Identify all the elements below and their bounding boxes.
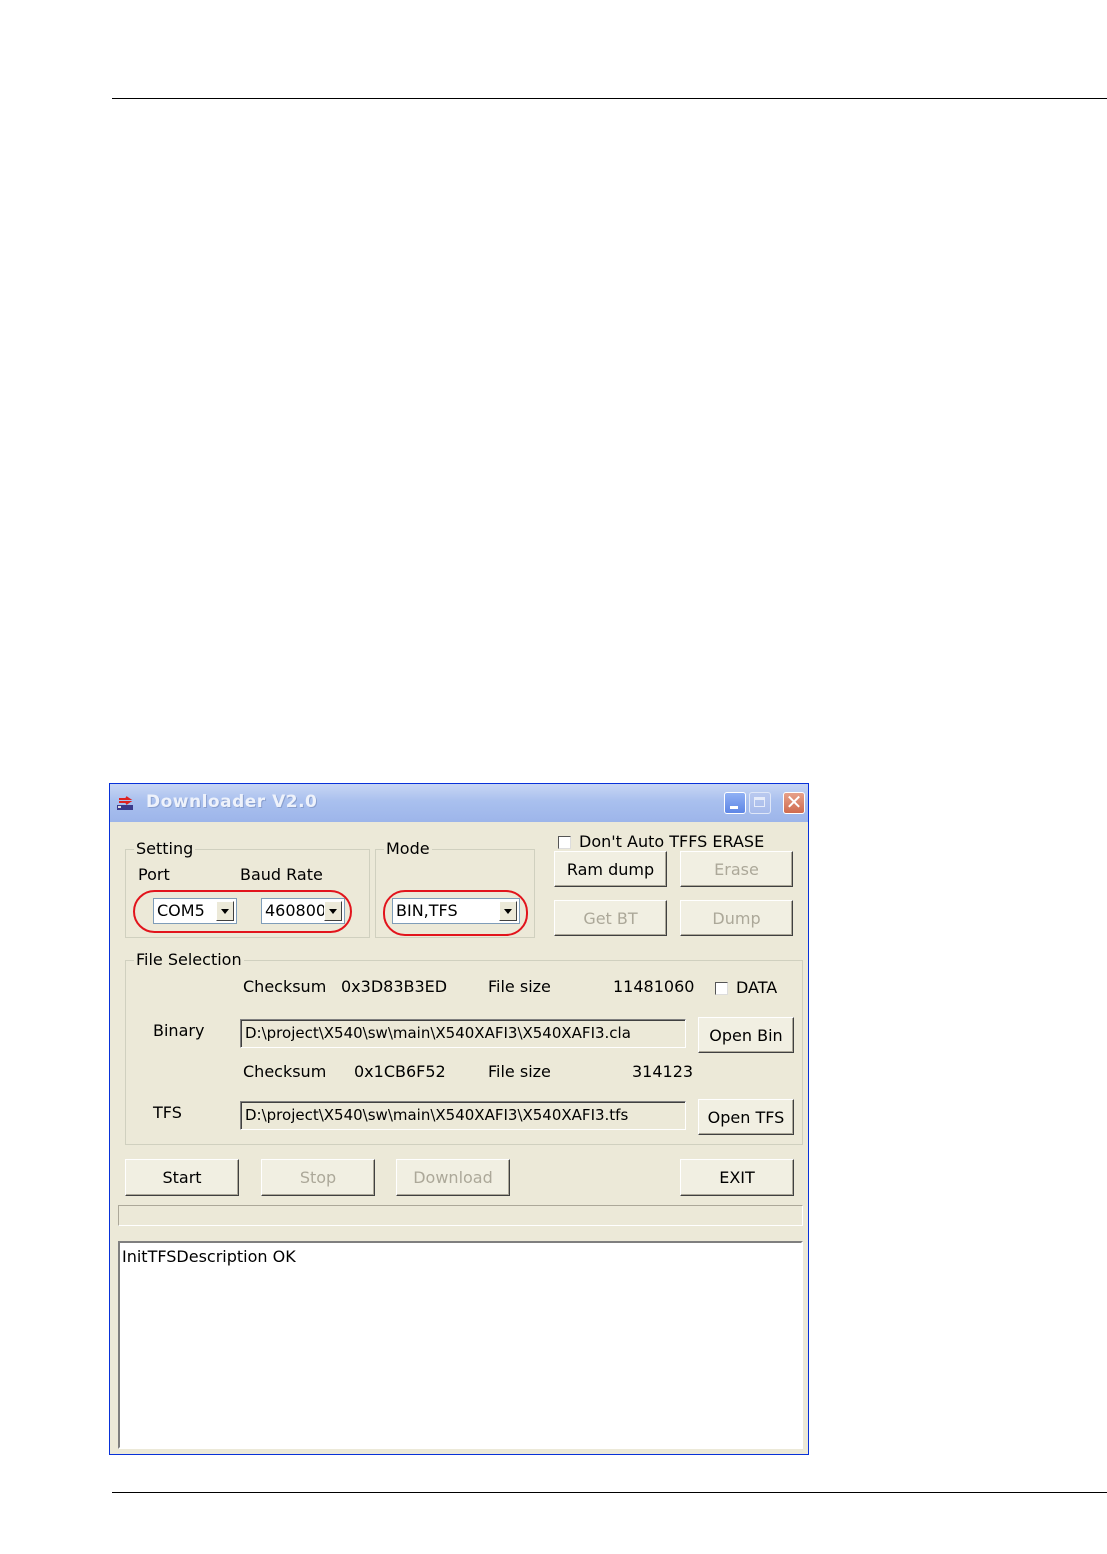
open-bin-button[interactable]: Open Bin (698, 1017, 794, 1053)
dump-button[interactable]: Dump (680, 900, 793, 936)
close-icon: ✕ (785, 790, 803, 814)
footer-rule (112, 1492, 1107, 1493)
mode-highlight (383, 890, 528, 936)
binary-path-value: D:\project\X540\sw\main\X540XAFI3\X540XA… (245, 1024, 631, 1042)
mode-legend: Mode (384, 839, 432, 858)
tfs-filesize-value: 314123 (632, 1062, 694, 1081)
progress-bar (118, 1205, 803, 1226)
window-title: Downloader V2.0 (146, 792, 318, 812)
binary-path-field[interactable]: D:\project\X540\sw\main\X540XAFI3\X540XA… (240, 1019, 686, 1048)
download-button[interactable]: Download (396, 1159, 510, 1196)
ram-dump-button[interactable]: Ram dump (554, 851, 667, 887)
log-line: InitTFSDescription OK (122, 1247, 296, 1266)
data-checkbox-label: DATA (736, 978, 778, 997)
tfs-checksum-value: 0x1CB6F52 (354, 1062, 446, 1081)
tfs-label: TFS (153, 1103, 182, 1122)
tfs-checksum-label: Checksum (243, 1062, 327, 1081)
downloader-window: Downloader V2.0 ✕ Setting Port Baud Rate… (109, 783, 809, 1455)
binary-checksum-label: Checksum (243, 977, 327, 996)
baud-rate-label: Baud Rate (240, 865, 323, 884)
exit-button[interactable]: EXIT (680, 1159, 794, 1196)
port-baud-highlight (133, 890, 352, 933)
data-checkbox[interactable] (715, 982, 728, 995)
stop-button[interactable]: Stop (261, 1159, 375, 1196)
minimize-button[interactable] (724, 792, 746, 814)
tfs-filesize-label: File size (488, 1062, 551, 1081)
start-button[interactable]: Start (125, 1159, 239, 1196)
setting-legend: Setting (134, 839, 196, 858)
close-button[interactable]: ✕ (783, 790, 805, 814)
file-selection-legend: File Selection (134, 950, 244, 969)
binary-filesize-value: 11481060 (613, 977, 695, 996)
tfs-path-value: D:\project\X540\sw\main\X540XAFI3\X540XA… (245, 1106, 629, 1124)
dont-auto-tffs-erase-label: Don't Auto TFFS ERASE (579, 832, 765, 851)
dont-auto-tffs-erase-checkbox[interactable] (558, 836, 571, 849)
title-bar[interactable]: Downloader V2.0 ✕ (110, 784, 808, 822)
binary-checksum-value: 0x3D83B3ED (341, 977, 448, 996)
tfs-path-field[interactable]: D:\project\X540\sw\main\X540XAFI3\X540XA… (240, 1101, 686, 1130)
port-label: Port (138, 865, 170, 884)
downloader-app-icon (117, 796, 133, 810)
maximize-button[interactable] (749, 792, 771, 814)
erase-button[interactable]: Erase (680, 851, 793, 887)
log-output[interactable]: InitTFSDescription OK (118, 1241, 803, 1449)
get-bt-button[interactable]: Get BT (554, 900, 667, 936)
binary-filesize-label: File size (488, 977, 551, 996)
open-tfs-button[interactable]: Open TFS (698, 1099, 794, 1135)
header-rule (112, 98, 1107, 99)
binary-label: Binary (153, 1021, 205, 1040)
